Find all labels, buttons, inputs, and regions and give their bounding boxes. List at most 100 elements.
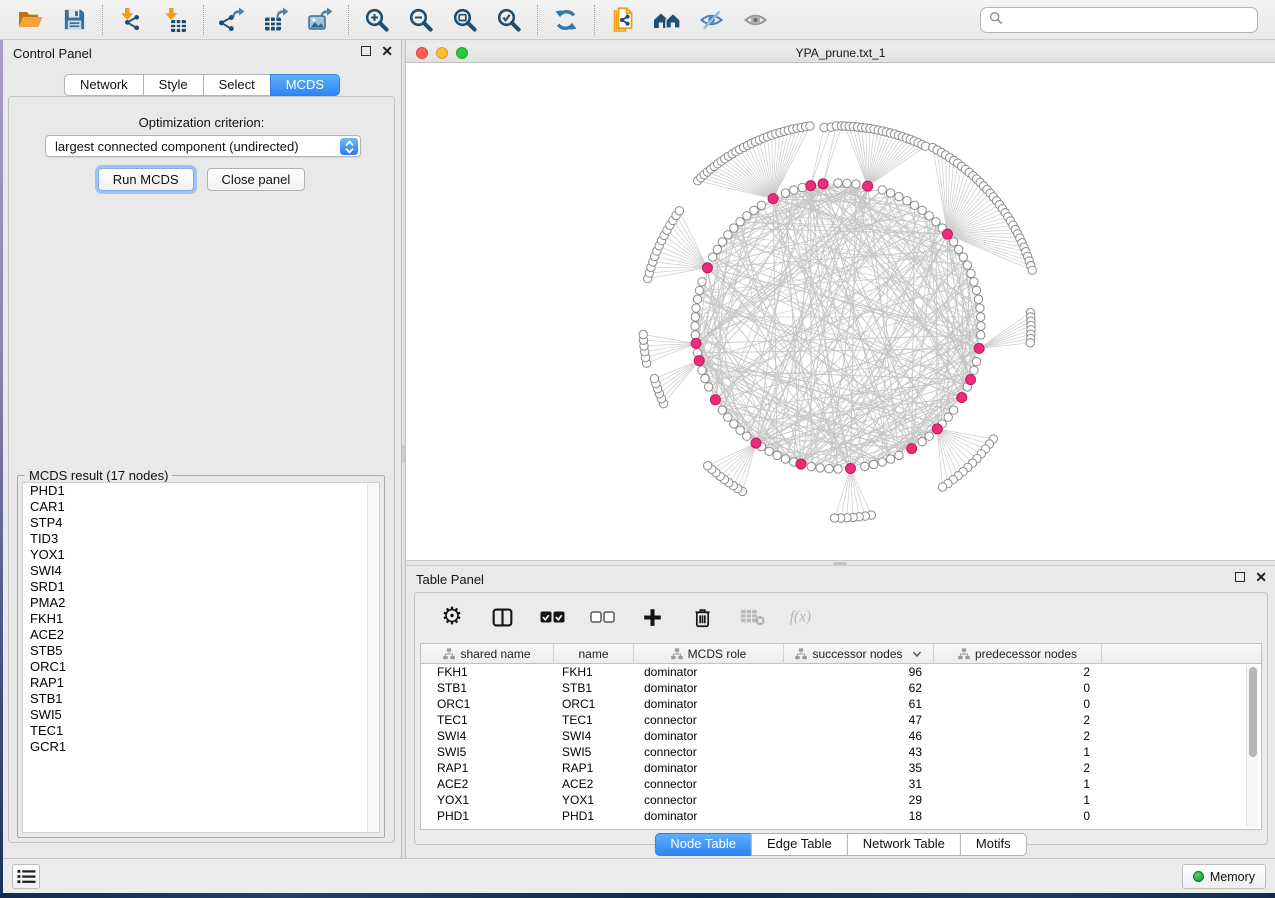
add-column-icon[interactable] [639,604,665,630]
mcds-result-node[interactable]: ORC1 [23,659,379,675]
table-row[interactable]: STB1STB1dominator620 [421,680,1261,696]
close-panel-icon[interactable]: ✕ [1255,572,1267,582]
deselect-all-icon[interactable] [589,604,615,630]
show-all-icon[interactable] [740,5,770,35]
column-header-name[interactable]: name [554,644,634,664]
hide-selected-icon[interactable] [696,5,726,35]
tab-network[interactable]: Network [64,74,144,96]
zoom-out-icon[interactable] [406,5,436,35]
search-input[interactable] [1009,13,1249,28]
table-row[interactable]: RAP1RAP1dominator352 [421,760,1261,776]
import-table-icon[interactable] [160,5,190,35]
mcds-result-list[interactable]: PHD1CAR1STP4TID3YOX1SWI4SRD1PMA2FKH1ACE2… [22,482,380,833]
mcds-result-node[interactable]: RAP1 [23,675,379,691]
table-tab-node-table[interactable]: Node Table [654,833,752,856]
search-icon [989,11,1003,30]
network-from-document-icon[interactable] [608,5,638,35]
mcds-result-node[interactable]: PHD1 [23,483,379,499]
column-header-shared_name[interactable]: shared name [421,644,554,664]
cell-mcds_role: dominator [634,808,784,824]
cell-mcds_role: connector [634,744,784,760]
list-icon [17,868,36,885]
table-scrollbar[interactable] [1246,665,1258,827]
window-maximize-button[interactable] [456,47,468,59]
task-history-button[interactable] [12,864,40,889]
optimization-criterion-dropdown[interactable]: largest connected component (undirected) [45,135,361,157]
cell-successor_nodes: 47 [784,712,934,728]
open-file-icon[interactable] [15,5,45,35]
cell-shared_name: YOX1 [421,792,554,808]
network-canvas[interactable] [406,63,1275,560]
cell-name: ORC1 [554,696,634,712]
mcds-result-node[interactable]: PMA2 [23,595,379,611]
table-row[interactable]: SWI5SWI5connector431 [421,744,1261,760]
cell-predecessor_nodes: 2 [934,760,1102,776]
table-row[interactable]: ACE2ACE2connector311 [421,776,1261,792]
scrollbar-thumb[interactable] [1249,667,1257,757]
zoom-fit-icon[interactable] [450,5,480,35]
mcds-result-node[interactable]: STB1 [23,691,379,707]
mcds-result-node[interactable]: TID3 [23,531,379,547]
mcds-result-node[interactable]: ACE2 [23,627,379,643]
window-minimize-button[interactable] [436,47,448,59]
run-mcds-button[interactable]: Run MCDS [98,168,194,191]
tab-style[interactable]: Style [143,74,204,96]
mcds-result-node[interactable]: STB5 [23,643,379,659]
table-row[interactable]: ORC1ORC1dominator610 [421,696,1261,712]
splitter-grip[interactable] [833,562,847,565]
table-row[interactable]: FKH1FKH1dominator962 [421,664,1261,680]
close-panel-icon[interactable]: ✕ [381,46,393,56]
float-panel-icon[interactable] [361,46,371,56]
memory-button[interactable]: Memory [1182,864,1266,889]
cell-predecessor_nodes: 2 [934,728,1102,744]
tab-select[interactable]: Select [203,74,271,96]
refresh-view-icon[interactable] [551,5,581,35]
mcds-result-node[interactable]: SWI4 [23,563,379,579]
zoom-selected-icon[interactable] [494,5,524,35]
zoom-in-icon[interactable] [362,5,392,35]
mcds-result-node[interactable]: SRD1 [23,579,379,595]
table-toolbar: ⚙f(x) [415,593,1267,641]
cell-mcds_role: connector [634,792,784,808]
select-all-icon[interactable] [539,604,565,630]
network-window-titlebar[interactable]: YPA_prune.txt_1 [406,44,1275,63]
export-network-icon[interactable] [217,5,247,35]
column-header-mcds_role[interactable]: MCDS role [634,644,784,664]
column-header-predecessor_nodes[interactable]: predecessor nodes [934,644,1102,664]
table-row[interactable]: YOX1YOX1connector291 [421,792,1261,808]
mcds-result-node[interactable]: FKH1 [23,611,379,627]
cell-mcds_role: connector [634,776,784,792]
tab-mcds[interactable]: MCDS [270,74,340,96]
cell-shared_name: STB1 [421,680,554,696]
splitter-grip[interactable] [402,445,405,463]
network-window: YPA_prune.txt_1 [406,44,1275,560]
table-row[interactable]: TEC1TEC1connector472 [421,712,1261,728]
first-neighbors-icon[interactable] [652,5,682,35]
mcds-result-scrollbar[interactable] [367,483,379,832]
mcds-result-node[interactable]: GCR1 [23,739,379,755]
mcds-result-node[interactable]: STP4 [23,515,379,531]
table-tab-network-table[interactable]: Network Table [847,833,961,856]
split-columns-icon[interactable] [489,604,515,630]
save-session-icon[interactable] [59,5,89,35]
float-panel-icon[interactable] [1235,572,1245,582]
import-network-icon[interactable] [116,5,146,35]
table-row[interactable]: SWI4SWI4dominator462 [421,728,1261,744]
search-box[interactable] [980,7,1258,33]
mcds-result-node[interactable]: YOX1 [23,547,379,563]
settings-gear-icon[interactable]: ⚙ [439,604,465,630]
attribute-browser: ⚙f(x) shared namenameMCDS rolesuccessor … [414,592,1268,845]
mcds-result-node[interactable]: TEC1 [23,723,379,739]
export-table-icon[interactable] [261,5,291,35]
table-tab-edge-table[interactable]: Edge Table [751,833,848,856]
window-close-button[interactable] [416,47,428,59]
close-panel-button[interactable]: Close panel [207,168,306,191]
mcds-result-node[interactable]: SWI5 [23,707,379,723]
table-tab-motifs[interactable]: Motifs [960,833,1027,856]
column-header-successor_nodes[interactable]: successor nodes [784,644,934,664]
table-row[interactable]: PHD1PHD1dominator180 [421,808,1261,824]
export-image-icon[interactable] [305,5,335,35]
mcds-result-node[interactable]: CAR1 [23,499,379,515]
cell-successor_nodes: 31 [784,776,934,792]
delete-column-icon[interactable] [689,604,715,630]
